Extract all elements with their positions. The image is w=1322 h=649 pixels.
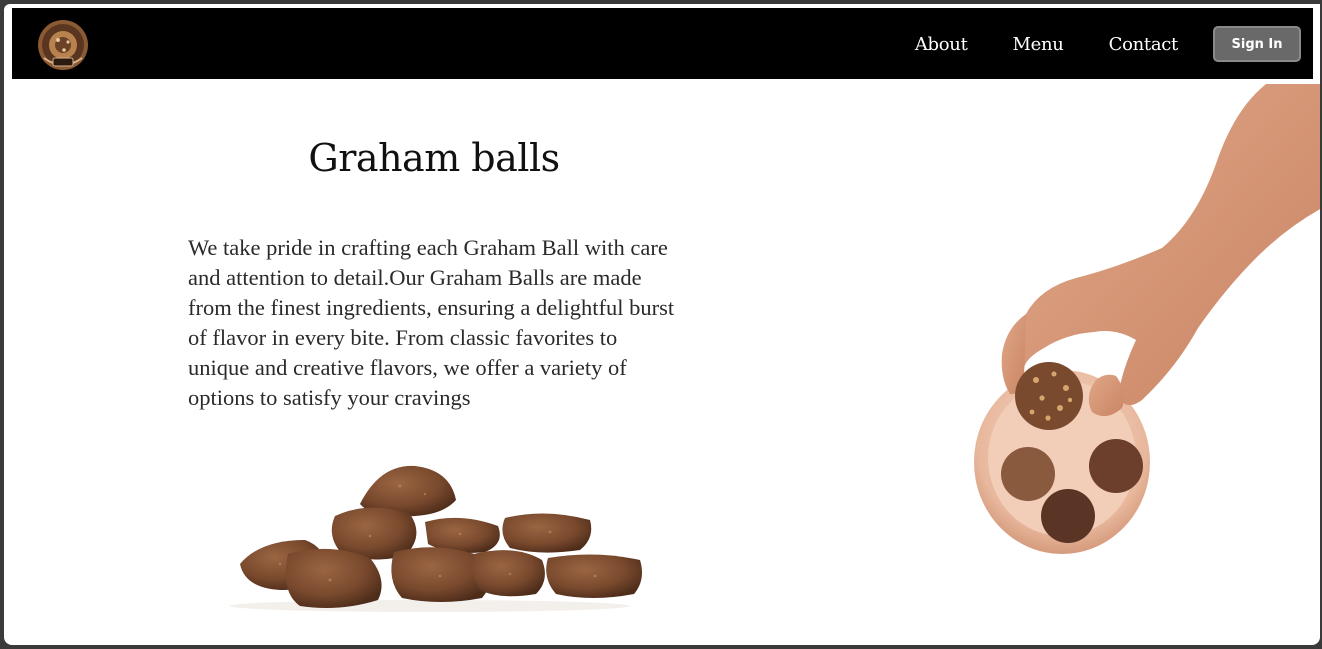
nav-link-contact[interactable]: Contact <box>1109 34 1179 55</box>
logo[interactable] <box>36 18 90 72</box>
logo-icon <box>38 20 88 70</box>
graham-balls-pile-image <box>230 456 650 612</box>
hero-description: We take pride in crafting each Graham Ba… <box>188 235 675 410</box>
nav-link-about[interactable]: About <box>915 34 968 55</box>
nav-links: About Menu Contact Sign In <box>915 24 1301 64</box>
hand-holding-graham-ball-image <box>966 78 1320 564</box>
sign-in-button[interactable]: Sign In <box>1213 26 1301 62</box>
page-title: Graham balls <box>308 136 560 180</box>
nav-link-menu[interactable]: Menu <box>1013 34 1064 55</box>
page-frame: About Menu Contact Sign In Graham balls … <box>4 4 1320 645</box>
navbar: About Menu Contact Sign In <box>12 8 1313 79</box>
